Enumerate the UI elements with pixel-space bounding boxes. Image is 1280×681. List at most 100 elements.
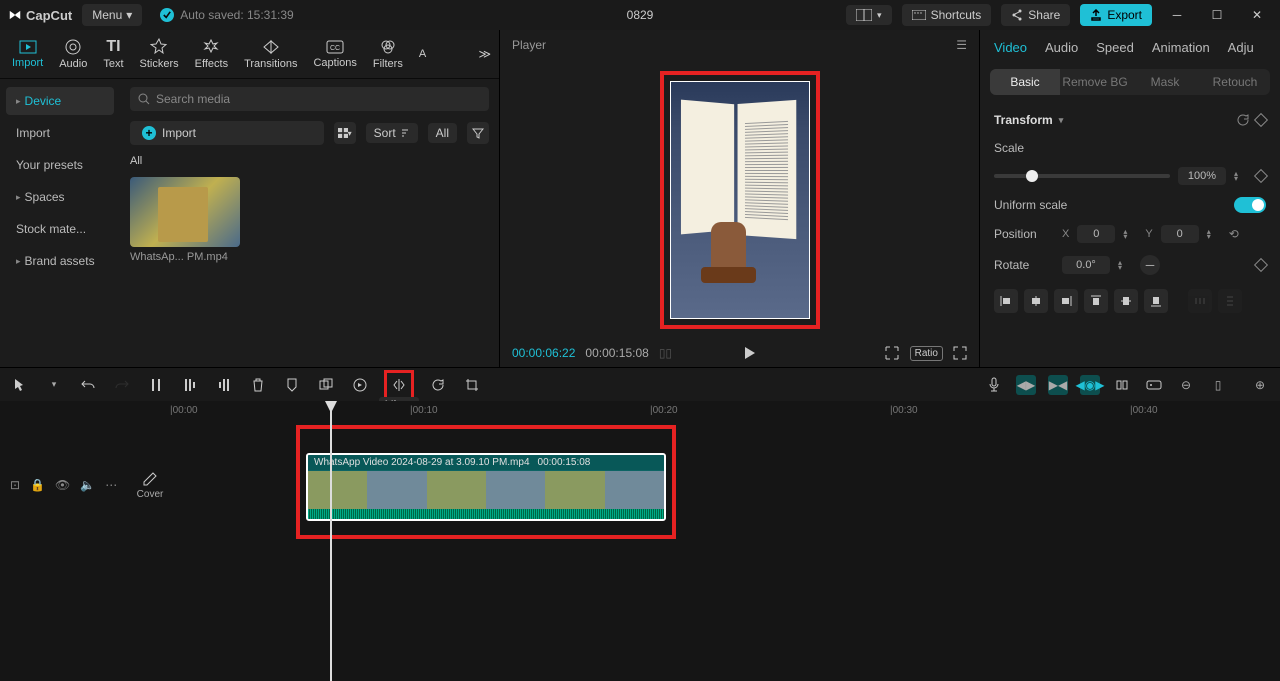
tab-captions[interactable]: CCCaptions <box>309 37 360 71</box>
subtab-mask[interactable]: Mask <box>1130 69 1200 95</box>
subtab-retouch[interactable]: Retouch <box>1200 69 1270 95</box>
preview-toggle[interactable]: ▯ <box>1208 375 1228 395</box>
playhead[interactable] <box>330 401 332 681</box>
position-x-input[interactable]: 0 <box>1077 225 1115 243</box>
rotate-button[interactable] <box>428 375 448 395</box>
snap-alt[interactable]: ▶◀ <box>1048 375 1068 395</box>
scale-slider[interactable] <box>994 174 1170 178</box>
sidebar-item-stock[interactable]: Stock mate... <box>6 215 114 243</box>
fullscreen-icon[interactable] <box>953 346 967 360</box>
delete-button[interactable] <box>248 375 268 395</box>
align-right[interactable] <box>1054 289 1078 313</box>
compare-icon[interactable]: ▯▯ <box>659 346 672 360</box>
export-button[interactable]: Export <box>1080 4 1152 26</box>
tab-animation[interactable]: Animation <box>1152 40 1210 55</box>
timeline-clip[interactable]: WhatsApp Video 2024-08-29 at 3.09.10 PM.… <box>306 453 666 521</box>
play-button[interactable] <box>741 345 757 361</box>
tab-video[interactable]: Video <box>994 40 1027 55</box>
tab-import[interactable]: Import <box>8 37 47 71</box>
tab-audio[interactable]: Audio <box>55 36 91 72</box>
import-button[interactable]: + Import <box>130 121 324 145</box>
tab-text[interactable]: TIText <box>99 36 127 72</box>
align-left[interactable] <box>994 289 1018 313</box>
chevron-down-icon[interactable]: ▾ <box>44 375 64 395</box>
tabs-more-button[interactable]: ≫ <box>478 47 491 61</box>
tab-adjust[interactable]: Adju <box>1228 40 1254 55</box>
rotate-spinner[interactable]: ▴▾ <box>1118 260 1132 270</box>
position-y-input[interactable]: 0 <box>1161 225 1199 243</box>
track-options-icon[interactable]: ⊡ <box>10 478 20 492</box>
snap-main[interactable]: ◀▶ <box>1016 375 1036 395</box>
record-voiceover[interactable] <box>984 375 1004 395</box>
scale-spinner[interactable]: ▴▾ <box>1234 171 1248 181</box>
scale-keyframe[interactable] <box>1254 169 1268 183</box>
layout-button[interactable]: ▾ <box>846 5 892 25</box>
keyframe-icon[interactable] <box>1254 113 1268 127</box>
align-h-center[interactable] <box>1024 289 1048 313</box>
timeline[interactable]: |00:00 |00:10 |00:20 |00:30 |00:40 ⊡ 🔒 👁… <box>0 401 1280 681</box>
rotate-dial[interactable]: ─ <box>1140 255 1160 275</box>
snap-group[interactable]: ◀◉▶ <box>1080 375 1100 395</box>
rotate-keyframe[interactable] <box>1254 258 1268 272</box>
visibility-icon[interactable]: 👁 <box>55 478 70 492</box>
marker-button[interactable] <box>282 375 302 395</box>
more-icon[interactable]: ⋯ <box>105 478 117 492</box>
magnet-button[interactable] <box>1112 375 1132 395</box>
reverse-button[interactable] <box>350 375 370 395</box>
media-clip[interactable]: Added 00:16 WhatsAp... PM.mp4 <box>130 177 240 263</box>
filter-all-button[interactable]: All <box>428 123 457 143</box>
reset-icon[interactable] <box>1236 113 1250 127</box>
tab-filters[interactable]: Filters <box>369 36 407 72</box>
mute-icon[interactable]: 🔈 <box>80 478 95 492</box>
fullframe-icon[interactable] <box>884 345 900 361</box>
subtab-removebg[interactable]: Remove BG <box>1060 69 1130 95</box>
timeline-ruler[interactable]: |00:00 |00:10 |00:20 |00:30 |00:40 <box>0 401 1280 425</box>
sidebar-item-device[interactable]: ▸Device <box>6 87 114 115</box>
undo-button[interactable] <box>78 375 98 395</box>
maximize-button[interactable]: ☐ <box>1202 4 1232 26</box>
freeze-button[interactable] <box>316 375 336 395</box>
zoom-out[interactable]: ⊖ <box>1176 375 1196 395</box>
redo-button[interactable] <box>112 375 132 395</box>
player-viewport[interactable] <box>500 60 979 339</box>
sidebar-item-import[interactable]: Import <box>6 119 114 147</box>
sort-button[interactable]: Sort <box>366 123 418 143</box>
link-icon[interactable]: ⟲ <box>1229 227 1239 241</box>
tab-stickers[interactable]: Stickers <box>136 36 183 72</box>
rotate-input[interactable]: 0.0° <box>1062 256 1110 274</box>
minimize-button[interactable]: ─ <box>1162 4 1192 26</box>
chevron-down-icon[interactable]: ▾ <box>1059 115 1064 126</box>
align-bottom[interactable] <box>1144 289 1168 313</box>
view-grid-button[interactable]: ▾ <box>334 122 356 144</box>
sidebar-item-presets[interactable]: Your presets <box>6 151 114 179</box>
zoom-fit[interactable]: ⊕ <box>1250 375 1270 395</box>
x-spinner[interactable]: ▴▾ <box>1123 229 1137 239</box>
search-input[interactable]: Search media <box>130 87 489 111</box>
tab-effects[interactable]: Effects <box>191 36 232 72</box>
sidebar-item-spaces[interactable]: ▸Spaces <box>6 183 114 211</box>
align-top[interactable] <box>1084 289 1108 313</box>
tab-adjust[interactable]: A <box>415 46 430 62</box>
link-icon[interactable] <box>1144 375 1164 395</box>
scale-input[interactable]: 100% <box>1178 167 1226 185</box>
close-button[interactable]: ✕ <box>1242 4 1272 26</box>
split-button[interactable] <box>146 375 166 395</box>
crop-button[interactable] <box>462 375 482 395</box>
menu-button[interactable]: Menu ▾ <box>82 4 142 26</box>
uniform-toggle[interactable] <box>1234 197 1266 213</box>
sidebar-item-brand[interactable]: ▸Brand assets <box>6 247 114 275</box>
filter-button[interactable] <box>467 122 489 144</box>
player-menu-icon[interactable]: ☰ <box>956 38 967 52</box>
subtab-basic[interactable]: Basic <box>990 69 1060 95</box>
tab-transitions[interactable]: Transitions <box>240 36 301 72</box>
shortcuts-button[interactable]: Shortcuts <box>902 4 992 26</box>
tab-audio[interactable]: Audio <box>1045 40 1078 55</box>
share-button[interactable]: Share <box>1001 4 1070 26</box>
tab-speed[interactable]: Speed <box>1096 40 1134 55</box>
ratio-button[interactable]: Ratio <box>910 346 943 361</box>
lock-icon[interactable]: 🔒 <box>30 478 45 492</box>
cover-button[interactable]: Cover <box>130 471 170 500</box>
y-spinner[interactable]: ▴▾ <box>1207 229 1221 239</box>
trim-left-button[interactable] <box>180 375 200 395</box>
align-v-center[interactable] <box>1114 289 1138 313</box>
